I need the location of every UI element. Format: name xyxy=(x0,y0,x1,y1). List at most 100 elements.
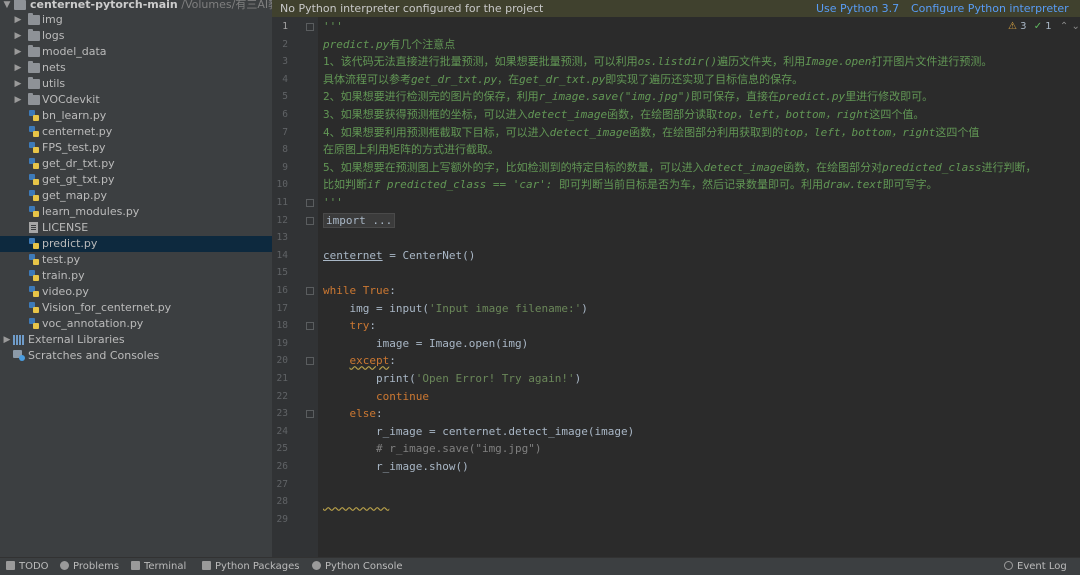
python-packages-tab[interactable]: Python Packages xyxy=(202,558,300,575)
terminal-tab[interactable]: Terminal xyxy=(131,558,186,575)
chevron-right-icon[interactable]: ▶ xyxy=(13,28,23,44)
code-line[interactable]: 4、如果想要利用预测框截取下目标，可以进入detect_image函数，在绘图部… xyxy=(323,124,979,142)
python-file-icon xyxy=(29,302,39,313)
fold-marker-icon[interactable] xyxy=(306,199,314,207)
code-line[interactable]: 3、如果想要获得预测框的坐标，可以进入detect_image函数，在绘图部分读… xyxy=(323,106,924,124)
folder-icon xyxy=(28,77,40,89)
code-line[interactable]: else: xyxy=(323,405,383,423)
code-line[interactable]: # r_image.save("img.jpg") xyxy=(323,440,542,458)
code-line[interactable]: image = Image.open(img) xyxy=(323,335,528,353)
code-token: : xyxy=(389,284,396,297)
fold-marker-icon[interactable] xyxy=(306,410,314,419)
code-line[interactable]: ''' xyxy=(323,194,343,212)
tree-folder[interactable]: ▶ nets xyxy=(0,60,272,76)
chevron-right-icon[interactable]: ▶ xyxy=(13,12,23,28)
text-file-icon xyxy=(29,222,38,233)
code-line[interactable]: 1、该代码无法直接进行批量预测，如果想要批量预测，可以利用os.listdir(… xyxy=(323,53,992,71)
code-line[interactable]: print('Open Error! Try again!') xyxy=(323,370,581,388)
code-token: print( xyxy=(323,372,416,385)
tree-folder[interactable]: ▶ model_data xyxy=(0,44,272,60)
code-line[interactable]: img = input('Input image filename:') xyxy=(323,300,587,318)
todo-tab[interactable]: TODO xyxy=(6,558,49,575)
line-number: 13 xyxy=(276,232,288,244)
code-token: draw.text xyxy=(823,178,883,192)
use-python-link[interactable]: Use Python 3.7 xyxy=(816,0,899,17)
code-token: 4、如果想要利用预测框截取下目标，可以进入 xyxy=(323,125,550,139)
python-file-icon xyxy=(29,142,39,153)
python-console-tab[interactable]: Python Console xyxy=(312,558,403,575)
chevron-right-icon[interactable]: ▶ xyxy=(2,332,12,348)
code-line[interactable] xyxy=(323,493,389,511)
code-line[interactable]: while True: xyxy=(323,282,396,300)
code-token: : xyxy=(375,407,383,421)
code-line[interactable]: centernet = CenterNet() xyxy=(323,247,475,265)
fold-marker-icon[interactable] xyxy=(306,23,314,31)
chevron-right-icon[interactable]: ▶ xyxy=(13,76,23,92)
tree-file[interactable]: Vision_for_centernet.py xyxy=(0,300,272,316)
tree-file[interactable]: FPS_test.py xyxy=(0,140,272,156)
tree-item-label: train.py xyxy=(42,269,85,282)
code-line[interactable]: r_image = centernet.detect_image(image) xyxy=(323,423,634,441)
python-file-icon xyxy=(29,110,39,121)
tree-file[interactable]: test.py xyxy=(0,252,272,268)
tree-file[interactable]: get_dr_txt.py xyxy=(0,156,272,172)
code-token: else xyxy=(323,407,376,421)
tree-folder[interactable]: ▶ img xyxy=(0,12,272,28)
tree-folder[interactable]: ▶ utils xyxy=(0,76,272,92)
inspection-widget[interactable]: ⚠ 3 ✓ 1 ⌃ ⌄ xyxy=(1008,20,1080,34)
tree-item-label: test.py xyxy=(42,253,81,266)
line-number: 5 xyxy=(282,91,288,103)
tree-file[interactable]: predict.py xyxy=(0,236,272,252)
chevron-down-icon[interactable]: ⌄ xyxy=(1071,21,1079,32)
tree-file[interactable]: centernet.py xyxy=(0,124,272,140)
code-token: True xyxy=(362,284,390,297)
fold-marker-icon[interactable] xyxy=(306,287,314,295)
event-log-tab[interactable]: Event Log xyxy=(1004,558,1067,575)
chevron-right-icon[interactable]: ▶ xyxy=(13,60,23,76)
tree-file[interactable]: train.py xyxy=(0,268,272,284)
code-token: 函数，在绘图部分对 xyxy=(783,160,883,174)
code-line[interactable]: r_image.show() xyxy=(323,458,469,476)
python-file-icon xyxy=(29,126,39,137)
configure-interpreter-link[interactable]: Configure Python interpreter xyxy=(911,0,1069,17)
code-line[interactable]: try: xyxy=(323,317,376,335)
code-line[interactable]: 在原图上利用矩阵的方式进行截取。 xyxy=(323,141,499,159)
code-token: 打开图片文件进行预测。 xyxy=(871,55,993,69)
chevron-right-icon[interactable]: ▶ xyxy=(13,92,23,108)
code-line[interactable]: continue xyxy=(323,388,429,406)
tree-file[interactable]: learn_modules.py xyxy=(0,204,272,220)
code-line[interactable]: import ... xyxy=(323,212,396,230)
chevron-up-icon[interactable]: ⌃ xyxy=(1060,21,1068,32)
folder-icon xyxy=(28,45,40,57)
line-number: 12 xyxy=(276,214,288,226)
tree-scratches[interactable]: Scratches and Consoles xyxy=(0,348,272,364)
tree-file[interactable]: video.py xyxy=(0,284,272,300)
tree-file[interactable]: voc_annotation.py xyxy=(0,316,272,332)
chevron-right-icon[interactable]: ▶ xyxy=(13,44,23,60)
line-number: 22 xyxy=(276,390,288,402)
tree-folder[interactable]: ▶ VOCdevkit xyxy=(0,92,272,108)
code-line[interactable]: predict.py有几个注意点 xyxy=(323,36,455,54)
fold-marker-icon[interactable] xyxy=(306,357,314,366)
line-number: 24 xyxy=(276,425,288,437)
problems-tab[interactable]: Problems xyxy=(60,558,119,575)
tree-file[interactable]: bn_learn.py xyxy=(0,108,272,124)
tree-file[interactable]: get_map.py xyxy=(0,188,272,204)
code-line[interactable]: 比如判断if predicted_class == 'car': 即可判断当前目… xyxy=(323,176,938,194)
tree-file[interactable]: LICENSE xyxy=(0,220,272,236)
fold-marker-icon[interactable] xyxy=(306,322,314,331)
packages-icon xyxy=(202,561,211,570)
code-token: 具体流程可以参考 xyxy=(323,72,411,86)
tree-file[interactable]: get_gt_txt.py xyxy=(0,172,272,188)
tree-external-libraries[interactable]: ▶ External Libraries xyxy=(0,332,272,348)
code-line[interactable]: except: xyxy=(323,352,396,370)
code-line[interactable]: 具体流程可以参考get_dr_txt.py，在get_dr_txt.py即实现了… xyxy=(323,71,803,89)
line-number: 28 xyxy=(276,496,288,508)
fold-marker-icon[interactable] xyxy=(306,216,314,225)
code-line[interactable]: 5、如果想要在预测图上写额外的字，比如检测到的特定目标的数量，可以进入detec… xyxy=(323,159,1036,177)
tree-item-label: predict.py xyxy=(42,237,98,250)
tree-folder[interactable]: ▶ logs xyxy=(0,28,272,44)
code-editor[interactable]: ''' predict.py有几个注意点 1、该代码无法直接进行批量预测，如果想要批… xyxy=(318,17,1080,557)
code-line[interactable]: 2、如果想要进行检测完的图片的保存，利用r_image.save("img.jp… xyxy=(323,88,933,106)
code-line[interactable]: ''' xyxy=(323,18,343,36)
